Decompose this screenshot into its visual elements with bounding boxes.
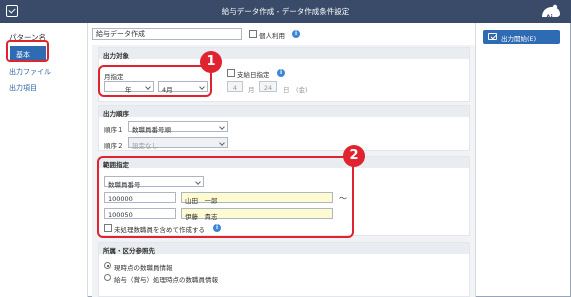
order1-label: 順序１ [104, 126, 124, 134]
personal-use-label: 個人利用 [259, 32, 285, 40]
start-output-button[interactable]: 出力開始(E) [483, 30, 560, 44]
callout-frame-2 [97, 156, 354, 238]
affiliation-processing-label: 給与（賞与）処理時点の数職員情報 [114, 276, 218, 284]
title-bar: 給与データ作成 - データ作成条件設定 Ai [0, 0, 571, 23]
sidebar-item-output-file[interactable]: 出力ファイル [9, 67, 79, 77]
output-target-header: 出力対象 [99, 48, 469, 60]
affiliation-current-label: 現時点の数職員情報 [114, 264, 173, 272]
payday-weekday: (金) [296, 86, 308, 94]
callout-badge-1: 1 [200, 51, 222, 73]
callout-frame-1 [98, 65, 212, 97]
sidebar: パターン名 基本 出力ファイル 出力項目 [0, 23, 88, 297]
sidebar-item-output-items[interactable]: 出力項目 [9, 83, 79, 93]
payday-spec-checkbox[interactable] [227, 69, 235, 77]
affiliation-header: 所属・区分参照先 [99, 243, 469, 255]
payday-day-unit: 日 [283, 86, 290, 94]
order1-select[interactable]: 数職員番号順 [128, 121, 228, 134]
order2-select: 設定なし [128, 137, 228, 150]
svg-text:Ai: Ai [546, 14, 553, 20]
chevron-down-icon [219, 124, 225, 130]
window-title: 給与データ作成 - データ作成条件設定 [221, 7, 350, 16]
order1-value: 数職員番号順 [132, 125, 171, 134]
order2-label: 順序２ [104, 142, 124, 150]
order2-value: 設定なし [132, 141, 158, 150]
chevron-down-icon [219, 140, 225, 146]
payday-info-icon[interactable]: i [277, 69, 285, 77]
payday-month-unit: 月 [248, 86, 255, 94]
vertical-divider [475, 23, 476, 297]
payday-month-field: 4 [227, 81, 243, 92]
affiliation-processing-radio[interactable] [104, 274, 111, 281]
sidebar-highlight-frame [6, 40, 49, 62]
output-icon [488, 33, 497, 40]
pattern-name-input[interactable]: 給与データ作成 [92, 28, 242, 40]
affiliation-current-radio[interactable] [104, 262, 111, 269]
callout-badge-2: 2 [343, 145, 365, 167]
personal-use-checkbox[interactable] [249, 30, 257, 38]
payday-spec-label: 支給日指定 [237, 71, 270, 79]
output-order-header: 出力順序 [99, 106, 469, 118]
ai-logo-icon: Ai [542, 4, 560, 20]
start-output-label: 出力開始(E) [501, 35, 537, 43]
payday-day-field: 24 [259, 81, 277, 92]
personal-use-info-icon[interactable]: i [292, 30, 300, 38]
